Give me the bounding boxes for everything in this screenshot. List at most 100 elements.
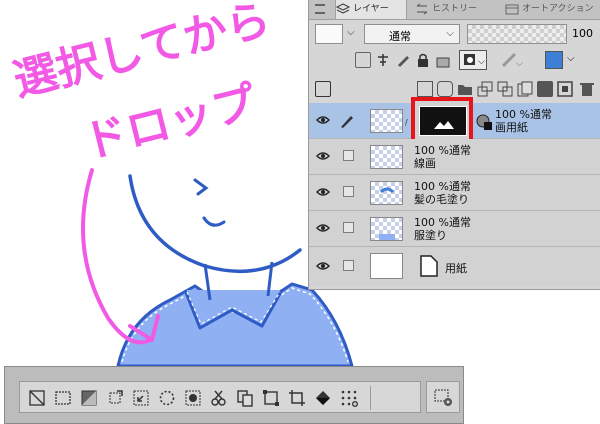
clip-icon[interactable] bbox=[355, 52, 371, 68]
toolbar-settings-button[interactable] bbox=[426, 381, 460, 413]
layer-thumbnail[interactable] bbox=[370, 253, 403, 279]
deselect-icon[interactable] bbox=[28, 389, 46, 407]
layer-opacity-mode: 100 %通常 bbox=[414, 216, 471, 229]
invert-selection-icon[interactable] bbox=[80, 389, 98, 407]
mask-enable-button[interactable]: ⌵ bbox=[459, 50, 487, 70]
layer-thumbnail[interactable] bbox=[370, 181, 403, 205]
eye-icon[interactable] bbox=[316, 151, 330, 161]
layers-icon bbox=[336, 2, 350, 14]
layer-name: 画用紙 bbox=[495, 121, 528, 134]
layer-row-hair[interactable]: 100 %通常 髪の毛塗り bbox=[309, 175, 600, 211]
ruler-icon[interactable]: ⌵ bbox=[501, 52, 523, 69]
layer-thumbnail[interactable] bbox=[370, 145, 403, 169]
mask-status-icon bbox=[476, 114, 492, 130]
transfer-down-icon[interactable] bbox=[477, 81, 493, 97]
selection-launcher-toolbar bbox=[4, 366, 464, 424]
settings-gear-icon bbox=[434, 389, 452, 406]
layer-tools-row-1: ⌵ ⌵ ⌵ bbox=[309, 48, 600, 72]
paper-icon bbox=[420, 255, 438, 277]
auto-action-icon bbox=[505, 4, 519, 14]
layer-select-checkbox[interactable] bbox=[343, 260, 354, 271]
layer-name: 線画 bbox=[414, 157, 436, 170]
layer-thumbnail[interactable] bbox=[370, 109, 403, 133]
tab-history-label: ヒストリー bbox=[432, 4, 478, 14]
annotation-line2: ドロップ bbox=[78, 77, 261, 169]
layer-name: 服塗り bbox=[414, 229, 447, 242]
mask-thumbnail[interactable] bbox=[419, 106, 467, 136]
eye-icon[interactable] bbox=[316, 115, 330, 125]
history-icon bbox=[416, 3, 428, 14]
opacity-track bbox=[468, 25, 566, 43]
opacity-slider[interactable] bbox=[467, 24, 567, 44]
cut-paste-icon[interactable] bbox=[210, 389, 228, 407]
tab-auto-action[interactable]: オートアクション bbox=[505, 0, 600, 19]
layer-panel: レイヤー ヒストリー オートアクション ⌵ 通常 ⌵ 100 ⌵ ⌵ ⌵ / 1… bbox=[308, 0, 600, 290]
layer-row-lineart[interactable]: 100 %通常 線画 bbox=[309, 139, 600, 175]
scale-rotate-icon[interactable] bbox=[262, 389, 280, 407]
svg-text:⌵: ⌵ bbox=[478, 57, 485, 67]
lock-transparent-icon[interactable] bbox=[435, 52, 451, 68]
clothes-thumb-mark bbox=[379, 234, 395, 240]
panel-tabbar: レイヤー ヒストリー オートアクション bbox=[309, 0, 600, 20]
select-all-icon[interactable] bbox=[54, 389, 72, 407]
copy-layer-icon[interactable] bbox=[517, 81, 533, 97]
fill-icon[interactable] bbox=[314, 389, 332, 407]
layer-select-checkbox[interactable] bbox=[343, 186, 354, 197]
delete-layer-icon[interactable] bbox=[579, 81, 595, 97]
draft-layer-icon[interactable] bbox=[395, 52, 411, 68]
eye-icon[interactable] bbox=[316, 261, 330, 271]
layer-name: 用紙 bbox=[445, 262, 467, 275]
dot-grid-icon[interactable] bbox=[340, 389, 358, 407]
pen-icon bbox=[341, 116, 353, 128]
chevron-down-icon: ⌵ bbox=[567, 53, 575, 64]
new-vector-layer-icon[interactable] bbox=[437, 81, 453, 97]
tab-auto-action-label: オートアクション bbox=[522, 4, 594, 14]
layer-list: / 100 %通常 画用紙 100 %通常 線画 100 %通常 髪の毛塗り 1… bbox=[309, 97, 600, 289]
eye bbox=[193, 178, 209, 196]
opacity-value[interactable]: 100 bbox=[572, 27, 593, 40]
highlight-box bbox=[411, 97, 473, 143]
layer-thumbnail[interactable] bbox=[370, 217, 403, 241]
create-mask-icon[interactable] bbox=[537, 81, 553, 97]
reference-layer-icon[interactable] bbox=[375, 52, 391, 68]
copy-paste-icon[interactable] bbox=[236, 389, 254, 407]
layer-opacity-mode: 100 %通常 bbox=[414, 180, 471, 193]
crop-icon[interactable] bbox=[288, 389, 306, 407]
chevron-down-icon: ⌵ bbox=[446, 28, 454, 39]
mask-link-icon: / bbox=[405, 118, 408, 127]
tab-layer[interactable]: レイヤー bbox=[335, 0, 407, 19]
selection-mask-icon[interactable] bbox=[184, 389, 202, 407]
menu-icon[interactable] bbox=[315, 4, 325, 14]
layer-color-button[interactable]: ⌵ bbox=[545, 51, 581, 69]
svg-text:⌵: ⌵ bbox=[516, 59, 523, 68]
shrink-selection-icon[interactable] bbox=[132, 389, 150, 407]
layer-name: 髪の毛塗り bbox=[414, 193, 469, 206]
layer-row-paper-drawing[interactable]: / 100 %通常 画用紙 bbox=[309, 97, 600, 143]
chevron-down-icon[interactable]: ⌵ bbox=[347, 27, 355, 38]
new-raster-layer-icon[interactable] bbox=[417, 81, 433, 97]
layer-row-clothes[interactable]: 100 %通常 服塗り bbox=[309, 211, 600, 247]
apply-mask-icon[interactable] bbox=[557, 81, 573, 97]
eye-icon[interactable] bbox=[316, 187, 330, 197]
new-folder-icon[interactable] bbox=[457, 81, 473, 97]
lock-icon[interactable] bbox=[415, 52, 431, 68]
layer-select-checkbox[interactable] bbox=[343, 222, 354, 233]
blend-mode-select[interactable]: 通常 ⌵ bbox=[364, 24, 460, 44]
hair-thumb-mark bbox=[379, 187, 395, 194]
expand-selection-icon[interactable] bbox=[106, 389, 124, 407]
expression-color-select[interactable] bbox=[315, 24, 343, 44]
annotation-arrow bbox=[81, 168, 152, 345]
layer-property-icon[interactable] bbox=[315, 81, 331, 97]
blend-row: ⌵ 通常 ⌵ 100 bbox=[309, 22, 600, 46]
layer-select-checkbox[interactable] bbox=[343, 150, 354, 161]
eye-icon[interactable] bbox=[316, 223, 330, 233]
tab-history[interactable]: ヒストリー bbox=[415, 0, 499, 19]
layer-opacity-mode: 100 %通常 bbox=[414, 144, 471, 157]
merge-down-icon[interactable] bbox=[497, 81, 513, 97]
layer-row-paper[interactable]: 用紙 bbox=[309, 247, 600, 287]
blend-mode-value: 通常 bbox=[389, 30, 411, 43]
tab-layer-label: レイヤー bbox=[353, 4, 389, 14]
toolbar-separator bbox=[370, 386, 371, 410]
selection-toolbar-buttons bbox=[19, 381, 421, 413]
marching-ants-circle-icon[interactable] bbox=[158, 389, 176, 407]
